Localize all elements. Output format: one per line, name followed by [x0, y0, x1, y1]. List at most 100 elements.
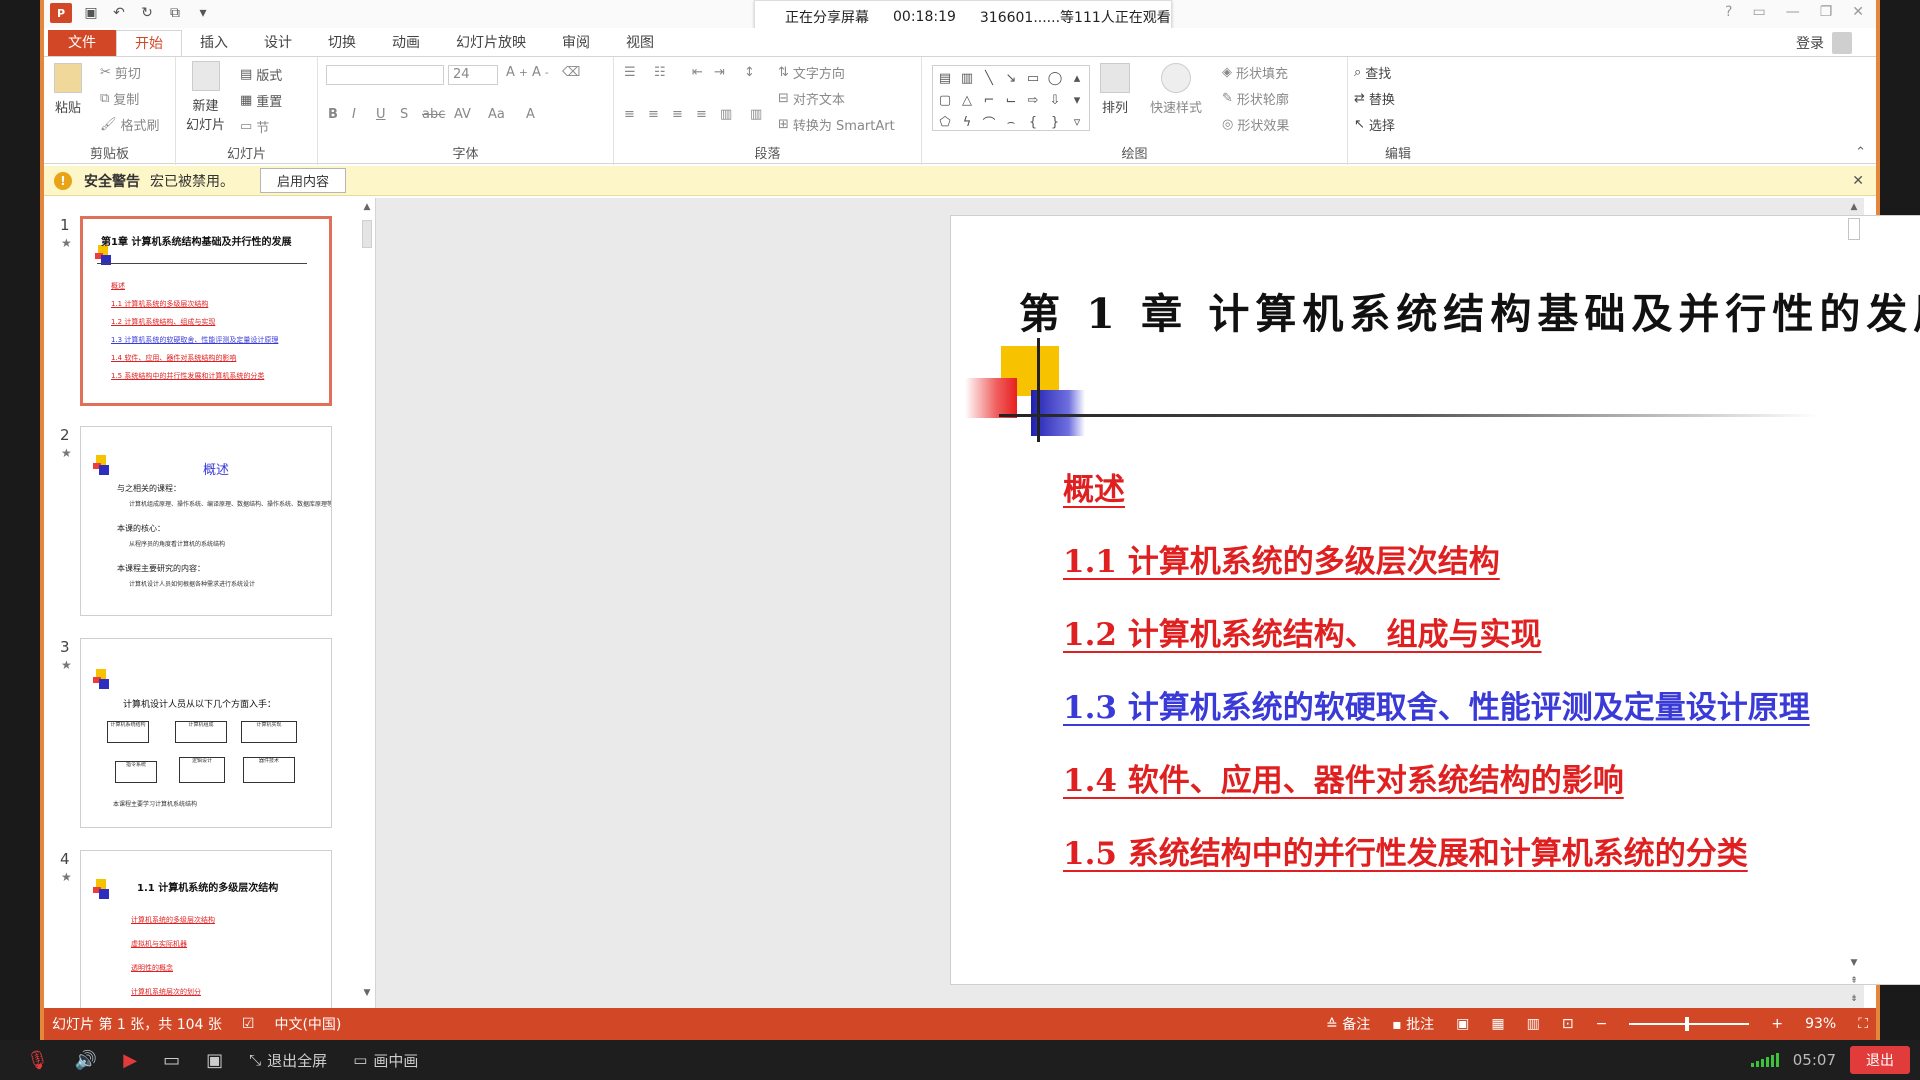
slideshow-view-icon[interactable]: ⊡ [1562, 1016, 1574, 1032]
tab-design[interactable]: 设计 [246, 30, 310, 56]
toc-item-1-2[interactable]: 1.2 计算机系统结构、 组成与实现 [1063, 609, 1542, 654]
quick-styles-button[interactable]: 快速样式 [1150, 63, 1202, 116]
spacing-button[interactable]: AV [454, 107, 471, 122]
close-icon[interactable]: ✕ [1852, 173, 1864, 189]
grow-font-button[interactable]: A + [506, 65, 528, 80]
scroll-thumb[interactable] [362, 220, 372, 248]
justify-button[interactable]: ≡ [696, 107, 707, 122]
chat-icon[interactable]: ▣ [206, 1050, 223, 1071]
zoom-out-icon[interactable]: − [1596, 1016, 1608, 1032]
textbox-shape-icon[interactable]: ▤ [935, 68, 955, 88]
enable-content-button[interactable]: 启用内容 [260, 168, 347, 193]
oval-shape-icon[interactable]: ◯ [1045, 68, 1065, 88]
slide-title[interactable]: 第 1 章 计算机系统结构基础及并行性的发展 [1019, 280, 1920, 340]
picture-in-picture-button[interactable]: ▭ 画中画 [353, 1050, 418, 1071]
align-center-button[interactable]: ≡ [648, 107, 659, 122]
lightning-icon[interactable]: ϟ [957, 112, 977, 132]
reset-button[interactable]: ▦ 重置 [240, 91, 282, 110]
thumbnail-scrollbar[interactable]: ▲ ▼ [360, 202, 374, 1002]
minimize-icon[interactable]: — [1786, 4, 1800, 20]
thumbnail-slide[interactable]: 计算机设计人员从以下几个方面入手： 计算机系统结构 计算机组成 计算机实现 指令… [80, 638, 332, 828]
zoom-slider[interactable] [1629, 1017, 1750, 1031]
fit-slide-icon[interactable]: ⛶ [1858, 1016, 1868, 1032]
change-case-button[interactable]: Aa [488, 107, 505, 122]
scroll-up-icon[interactable]: ▲ [1846, 202, 1862, 216]
restore-icon[interactable]: ❐ [1820, 4, 1833, 20]
arrange-button[interactable]: 排列 [1100, 63, 1130, 116]
reading-view-icon[interactable]: ▥ [1527, 1016, 1540, 1032]
increase-indent-button[interactable]: ⇥ [714, 65, 725, 80]
login-area[interactable]: 登录 [1796, 32, 1852, 54]
tab-animations[interactable]: 动画 [374, 30, 438, 56]
zoom-knob[interactable] [1685, 1017, 1690, 1031]
customize-qat-icon[interactable]: ▾ [194, 4, 212, 22]
columns-button[interactable]: ▥ [750, 107, 762, 122]
shadow-button[interactable]: S [400, 107, 408, 122]
new-slide-button[interactable]: 新建 幻灯片 [186, 61, 225, 133]
curve-icon[interactable]: ⌒ [979, 112, 999, 132]
toc-item-1-3[interactable]: 1.3 计算机系统的软硬取舍、性能评测及定量设计原理 [1063, 682, 1810, 727]
clear-format-icon[interactable]: ⌫ [562, 65, 580, 80]
font-name-field[interactable] [326, 65, 444, 85]
tab-insert[interactable]: 插入 [182, 30, 246, 56]
tab-transitions[interactable]: 切换 [310, 30, 374, 56]
font-size-field[interactable]: 24 [448, 65, 498, 85]
exit-meeting-button[interactable]: 退出 [1850, 1046, 1910, 1074]
underline-button[interactable]: U [376, 107, 386, 122]
align-right-button[interactable]: ≡ [672, 107, 683, 122]
toc-item-1-4[interactable]: 1.4 软件、应用、器件对系统结构的影响 [1063, 755, 1624, 800]
section-button[interactable]: ▭ 节 [240, 117, 269, 136]
tab-view[interactable]: 视图 [608, 30, 672, 56]
replace-button[interactable]: ⇄ 替换 [1354, 89, 1395, 108]
triangle-icon[interactable]: △ [957, 90, 977, 110]
vertical-textbox-icon[interactable]: ▥ [957, 68, 977, 88]
shrink-font-button[interactable]: A- [532, 65, 549, 80]
toc-overview-link[interactable]: 概述 [1063, 464, 1125, 509]
collapse-ribbon-icon[interactable]: ⌃ [1855, 145, 1866, 160]
arc-icon[interactable]: ⌢ [1001, 112, 1021, 132]
avatar[interactable] [1832, 32, 1852, 54]
distributed-button[interactable]: ▥ [720, 107, 732, 122]
convert-smartart-button[interactable]: ⊞ 转换为 SmartArt [778, 115, 895, 134]
arrow-line-icon[interactable]: ↘ [1001, 68, 1021, 88]
numbering-button[interactable]: ☷ [654, 65, 666, 80]
spellcheck-icon[interactable]: ☑ [242, 1016, 255, 1032]
ribbon-display-icon[interactable]: ▭ [1752, 4, 1765, 20]
exit-fullscreen-button[interactable]: ⤡ 退出全屏 [249, 1050, 327, 1071]
cut-button[interactable]: ✂ 剪切 [100, 63, 141, 82]
italic-button[interactable]: I [352, 107, 356, 122]
toc-item-1-1[interactable]: 1.1 计算机系统的多级层次结构 [1063, 536, 1500, 581]
line-shape-icon[interactable]: ╲ [979, 68, 999, 88]
layout-button[interactable]: ▤ 版式 [240, 65, 282, 84]
scroll-up-icon[interactable]: ▲ [360, 202, 374, 216]
rectangle-shape-icon[interactable]: ▭ [1023, 68, 1043, 88]
shape-outline-button[interactable]: ✎ 形状轮廓 [1222, 89, 1289, 108]
right-brace-icon[interactable]: } [1045, 112, 1065, 132]
thumbnail-slide[interactable]: 1.1 计算机系统的多级层次结构 计算机系统的多级层次结构 虚拟机与实际机器 透… [80, 850, 332, 1008]
mic-muted-icon[interactable]: 🎙 [26, 1050, 49, 1071]
text-direction-button[interactable]: ⇅ 文字方向 [778, 63, 845, 82]
format-painter-button[interactable]: 🖌 格式刷 [100, 115, 160, 134]
font-color-button[interactable]: A [526, 107, 535, 122]
copy-button[interactable]: ⧉ 复制 [100, 89, 139, 108]
shape-fill-button[interactable]: ◈ 形状填充 [1222, 63, 1288, 82]
slide-sorter-icon[interactable]: ▦ [1491, 1016, 1504, 1032]
shapes-gallery[interactable]: ▤ ▥ ╲ ↘ ▭ ◯ ▴ ▢ △ ⌐ ⌙ ⇨ ⇩ ▾ ⬠ ϟ ⌒ ⌢{} ▿ [932, 65, 1090, 132]
scroll-down-icon[interactable]: ▼ [360, 988, 374, 1002]
left-brace-icon[interactable]: { [1023, 112, 1043, 132]
tab-home[interactable]: 开始 [116, 30, 182, 56]
zoom-level[interactable]: 93% [1805, 1016, 1836, 1032]
find-button[interactable]: ⌕ 查找 [1354, 63, 1391, 82]
current-slide[interactable]: 第 1 章 计算机系统结构基础及并行性的发展 概述 1.1 计算机系统的多级层次… [950, 215, 1920, 985]
rounded-rect-icon[interactable]: ▢ [935, 90, 955, 110]
speaker-icon[interactable]: 🔊 [75, 1050, 97, 1071]
slide-scrollbar[interactable]: ▲ ▼ ⇞ ⇟ [1846, 202, 1862, 1004]
zoom-in-icon[interactable]: + [1771, 1016, 1783, 1032]
camera-off-icon[interactable]: ▶ [123, 1050, 137, 1071]
redo-icon[interactable]: ↻ [138, 4, 156, 22]
present-icon[interactable]: ⧉ [166, 4, 184, 22]
paste-button[interactable]: 粘贴 [54, 63, 82, 116]
notes-button[interactable]: ≙ 备注 [1326, 1014, 1370, 1034]
connector-icon[interactable]: ⌐ [979, 90, 999, 110]
pentagon-icon[interactable]: ⬠ [935, 112, 955, 132]
